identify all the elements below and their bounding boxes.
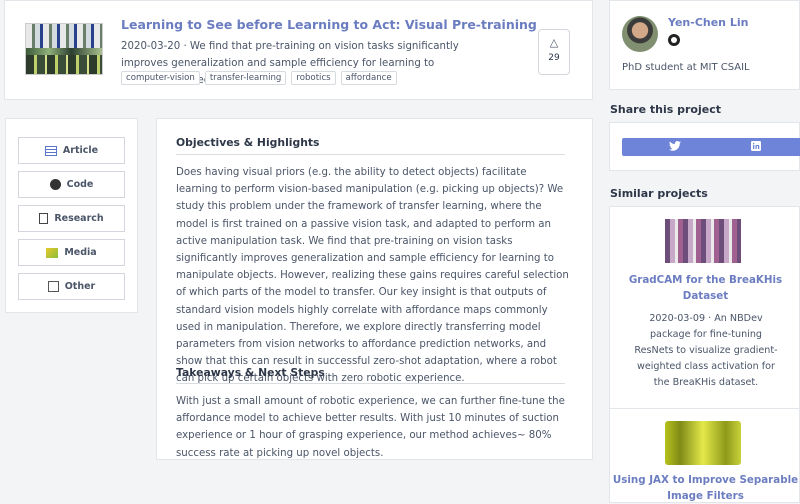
tag-transfer-learning[interactable]: transfer-learning [204, 71, 287, 85]
project-content: Objectives & Highlights Does having visu… [156, 118, 593, 460]
upvote-count: 29 [548, 53, 560, 63]
linkedin-icon [751, 141, 761, 151]
triangle-up-icon: △ [549, 36, 559, 49]
takeaways-heading: Takeaways & Next Steps [176, 366, 325, 379]
nav-research-button[interactable]: Research [18, 205, 125, 232]
document-icon [39, 213, 49, 224]
similar-project-thumbnail[interactable] [665, 219, 741, 263]
project-header-card: Learning to See before Learning to Act: … [4, 0, 593, 100]
share-heading: Share this project [610, 103, 721, 116]
tag-list: computer-vision transfer-learning roboti… [121, 71, 397, 85]
divider [176, 383, 565, 384]
objectives-heading: Objectives & Highlights [176, 136, 320, 149]
github-icon [49, 179, 61, 190]
objectives-text: Does having visual priors (e.g. the abil… [176, 167, 569, 385]
nav-code-button[interactable]: Code [18, 171, 125, 198]
divider [176, 154, 565, 155]
media-icon [46, 247, 59, 258]
article-icon [44, 145, 57, 156]
author-name[interactable]: Yen-Chen Lin [668, 16, 748, 29]
share-linkedin-button[interactable] [704, 138, 800, 156]
external-link-icon [47, 281, 59, 292]
similar-project-title[interactable]: Using JAX to Improve Separable Image Fil… [610, 472, 800, 504]
author-bio: PhD student at MIT CSAIL [622, 62, 750, 73]
similar-project-thumbnail[interactable] [665, 421, 741, 465]
upvote-button[interactable]: △ 29 [538, 29, 570, 75]
github-icon[interactable] [668, 34, 680, 46]
nav-media-button[interactable]: Media [18, 239, 125, 266]
resource-nav: Article Code Research Media Other [5, 118, 138, 313]
similar-project-title[interactable]: GradCAM for the BreaKHis Dataset [610, 272, 800, 304]
nav-other-button[interactable]: Other [18, 273, 125, 300]
nav-article-button[interactable]: Article [18, 137, 125, 164]
similar-project-card[interactable]: Using JAX to Improve Separable Image Fil… [609, 409, 800, 503]
project-title[interactable]: Learning to See before Learning to Act: … [121, 17, 537, 32]
tag-computer-vision[interactable]: computer-vision [121, 71, 200, 85]
nav-other-label: Other [64, 281, 96, 292]
nav-media-label: Media [64, 247, 97, 258]
nav-research-label: Research [54, 213, 104, 224]
nav-article-label: Article [62, 145, 99, 156]
twitter-icon [668, 141, 681, 151]
project-thumbnail[interactable] [25, 23, 103, 75]
similar-project-card[interactable]: GradCAM for the BreaKHis Dataset 2020-03… [609, 206, 800, 409]
similar-heading: Similar projects [610, 187, 708, 200]
takeaways-text: With just a small amount of robotic expe… [176, 396, 565, 459]
tag-affordance[interactable]: affordance [340, 71, 397, 85]
tag-robotics[interactable]: robotics [291, 71, 336, 85]
author-card: Yen-Chen Lin PhD student at MIT CSAIL [609, 0, 800, 90]
avatar[interactable] [622, 16, 658, 52]
share-card [609, 122, 800, 171]
nav-code-label: Code [66, 179, 94, 190]
similar-project-desc: 2020-03-09 · An NBDev package for fine-t… [634, 313, 778, 388]
